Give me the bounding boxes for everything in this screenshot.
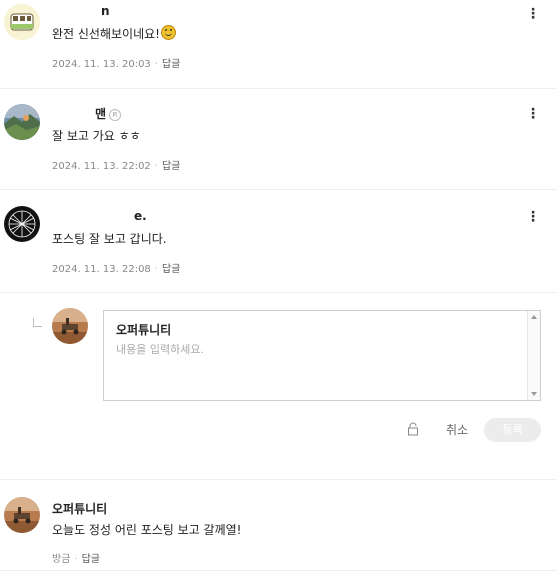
comment-text-content: 완전 신선해보이네요! (52, 27, 160, 41)
avatar-commenter-2[interactable] (4, 104, 40, 140)
meta-separator: · (74, 554, 78, 565)
meta-separator: · (154, 264, 158, 275)
comment-date: 방금 (52, 554, 71, 565)
reply-link[interactable]: 답글 (82, 554, 100, 565)
avatar-my-comment[interactable] (4, 497, 40, 533)
cancel-button[interactable]: 취소 (440, 420, 474, 440)
comment-meta: 2024. 11. 13. 22:08 · 답글 (52, 260, 180, 275)
reply-form-author: 오퍼튜니티 (116, 323, 172, 337)
comment-author[interactable]: 맨R (95, 105, 122, 122)
comment-meta: 방금 · 답글 (52, 550, 100, 565)
divider (0, 88, 557, 89)
comment-date: 2024. 11. 13. 22:02 (52, 161, 151, 172)
comment-author[interactable]: e. (134, 209, 147, 223)
meta-separator: · (154, 161, 158, 172)
reply-form-box: 오퍼튜니티 내용을 입력하세요. (103, 310, 541, 401)
comment-date: 2024. 11. 13. 20:03 (52, 59, 151, 70)
verified-badge-icon: R (109, 108, 122, 121)
divider (0, 189, 557, 190)
more-options-icon[interactable]: ⋮ (525, 105, 541, 123)
more-options-icon[interactable]: ⋮ (525, 5, 541, 23)
divider (0, 292, 557, 293)
comment-author[interactable]: 오퍼튜니티 (52, 500, 107, 517)
reply-link[interactable]: 답글 (162, 59, 180, 70)
lock-icon[interactable] (407, 421, 419, 436)
comment-date: 2024. 11. 13. 22:08 (52, 264, 151, 275)
smiling-face-emoji-icon (161, 25, 176, 40)
avatar-reply-user (52, 308, 88, 344)
textarea-scrollbar[interactable] (527, 311, 540, 400)
reply-link[interactable]: 답글 (162, 264, 180, 275)
divider (0, 479, 557, 480)
comment-text: 잘 보고 가요 ㅎㅎ (52, 129, 141, 143)
reply-indent-icon (33, 318, 42, 327)
scroll-up-icon[interactable] (531, 315, 537, 319)
comment-text: 포스팅 잘 보고 갑니다. (52, 232, 167, 246)
avatar-commenter-3[interactable] (4, 206, 40, 242)
divider (0, 570, 557, 571)
reply-input[interactable]: 내용을 입력하세요. (116, 341, 516, 391)
meta-separator: · (154, 59, 158, 70)
comment-text: 오늘도 정성 어린 포스팅 보고 갈께열! (52, 523, 242, 537)
comment-text: 완전 신선해보이네요! (52, 25, 176, 42)
scroll-down-icon[interactable] (531, 392, 537, 396)
comment-meta: 2024. 11. 13. 20:03 · 답글 (52, 55, 180, 70)
more-options-icon[interactable]: ⋮ (525, 208, 541, 226)
reply-link[interactable]: 답글 (162, 161, 180, 172)
avatar-commenter-1[interactable] (4, 4, 40, 40)
comment-author[interactable]: n (101, 4, 110, 18)
comment-meta: 2024. 11. 13. 22:02 · 답글 (52, 157, 180, 172)
comment-author-name: 맨 (95, 107, 107, 121)
submit-button[interactable]: 등록 (484, 418, 541, 442)
